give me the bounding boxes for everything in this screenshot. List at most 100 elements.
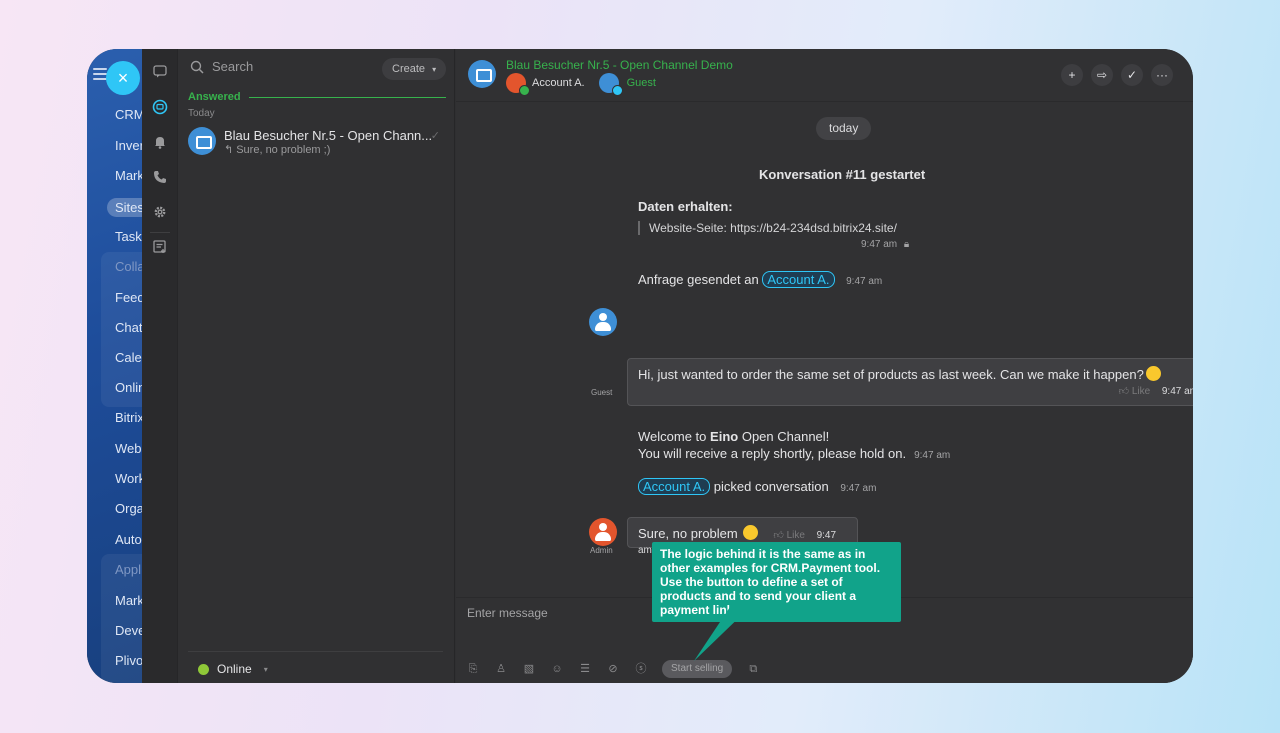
data-received-title: Daten erhalten: <box>638 199 733 214</box>
start-selling-button[interactable]: Start selling <box>662 660 733 678</box>
chat-header-title[interactable]: Blau Besucher Nr.5 - Open Channel Demo <box>506 58 733 72</box>
welcome-suffix: Open Channel! <box>741 429 830 444</box>
composer-toolbar: ⎘ ♙ ▧ ☺ ☰ ⊘ ⓢ Start selling ⧉ <box>466 660 760 678</box>
like-button[interactable]: 👍︎ Like <box>773 530 805 541</box>
menu-item[interactable]: Cale <box>115 350 142 365</box>
welcome-brand: Eino <box>710 429 739 444</box>
like-button[interactable]: 👍︎ Like <box>1119 386 1151 397</box>
search-input[interactable]: Search <box>212 59 253 74</box>
gear-icon[interactable] <box>151 205 169 223</box>
menu-item[interactable]: Feed <box>115 290 142 305</box>
chat-participants: Account A. Guest <box>506 73 656 96</box>
message-time: 9:47 am 🔒︎ <box>861 239 909 250</box>
guest-avatar[interactable] <box>589 308 617 336</box>
admin-avatar[interactable] <box>589 518 617 546</box>
smile-emoji-icon <box>1145 366 1161 381</box>
menu-item[interactable]: Mark <box>115 593 142 608</box>
user-icon[interactable]: ♙ <box>494 662 508 676</box>
phone-icon[interactable] <box>151 170 169 188</box>
attach-icon[interactable]: ⎘ <box>466 662 480 676</box>
menu-item[interactable]: Mark <box>115 168 142 183</box>
menu-item[interactable]: Colla <box>115 259 142 274</box>
chat-history-icon[interactable]: ⧉ <box>746 662 760 676</box>
search-box[interactable]: Search <box>190 59 253 74</box>
menu-item[interactable]: Orga <box>115 501 142 516</box>
main-left-menu: × CRM Inver Mark Sites Task Colla Feed Chat Cale… <box>87 49 142 683</box>
guest-message-bubble: Hi, just wanted to order the same set of… <box>627 358 1193 406</box>
guest-message-text: Hi, just wanted to order the same set of… <box>638 367 1144 382</box>
quick-answer-icon[interactable]: ▧ <box>522 662 536 676</box>
bell-icon[interactable] <box>151 135 169 153</box>
menu-item[interactable]: CRM <box>115 107 142 122</box>
tooltip-pointer <box>694 607 750 661</box>
section-divider <box>248 96 446 98</box>
hamburger-icon[interactable] <box>93 68 107 80</box>
online-status-label: Online <box>217 662 252 676</box>
menu-item[interactable]: Plivo <box>115 653 142 668</box>
chat-avatar <box>468 60 496 88</box>
menu-item[interactable]: Web <box>115 441 142 456</box>
conversation-started-notice: Konversation #11 gestartet <box>759 167 926 182</box>
chat-list-item[interactable]: Blau Besucher Nr.5 - Open Chann... ↰ Sure… <box>186 123 448 161</box>
request-sent-text: Anfrage gesendet an <box>638 272 759 287</box>
day-label: Today <box>188 108 215 119</box>
menu-item[interactable]: Auto <box>115 532 142 547</box>
create-button[interactable]: Create ▾ <box>382 58 447 80</box>
reply-arrow-icon: ↰ <box>224 144 234 156</box>
mention-account[interactable]: Account A. <box>762 271 835 288</box>
form-icon[interactable]: ☰ <box>578 662 592 676</box>
openlines-icon[interactable] <box>151 99 169 117</box>
message-time: 9:47 am <box>840 483 877 494</box>
header-actions: + ⇨ ✓ ··· <box>1061 64 1173 86</box>
account-avatar[interactable] <box>506 73 530 96</box>
request-sent-notice: Anfrage gesendet an Account A. 9:47 am <box>638 271 882 288</box>
menu-item[interactable]: Work <box>115 471 142 486</box>
more-button[interactable]: ··· <box>1151 64 1173 86</box>
read-check-icon: ✓ <box>430 130 440 142</box>
account-name[interactable]: Account A. <box>532 77 585 89</box>
menu-item[interactable]: Sites <box>107 198 142 217</box>
menu-item[interactable]: Bitrix <box>115 410 142 425</box>
chevron-down-icon: ▾ <box>432 65 437 74</box>
menu-item[interactable]: Onlin <box>115 380 142 395</box>
chevron-down-icon: ▾ <box>263 664 268 674</box>
message-time: 9:47 am <box>914 450 951 461</box>
hide-icon[interactable]: ⊘ <box>606 662 620 676</box>
guest-name[interactable]: Guest <box>627 77 656 89</box>
admin-author-name: Admin <box>590 546 613 555</box>
menu-item[interactable]: Task <box>115 229 142 244</box>
messenger-icon-rail <box>142 49 178 683</box>
welcome-message: Welcome to Eino Open Channel! You will r… <box>638 428 950 464</box>
add-user-button[interactable]: + <box>1061 64 1083 86</box>
website-link[interactable]: Website-Seite: https://b24-234dsd.bitrix… <box>649 221 897 235</box>
message-list: today Konversation #11 gestartet Daten e… <box>456 103 1193 597</box>
close-button[interactable]: × <box>106 61 140 95</box>
section-answered: Answered <box>188 91 446 103</box>
transfer-button[interactable]: ⇨ <box>1091 64 1113 86</box>
recent-chat-list: Search Create ▾ Answered Today Blau Besu… <box>178 49 455 683</box>
section-label: Answered <box>188 91 241 103</box>
lock-icon: 🔒︎ <box>903 239 910 250</box>
chat-bubble-icon[interactable] <box>151 65 169 83</box>
website-time: 9:47 am <box>861 239 898 250</box>
welcome-prefix: Welcome to <box>638 429 707 444</box>
chat-preview: ↰ Sure, no problem ;) <box>224 143 330 156</box>
mention-account[interactable]: Account A. <box>638 478 711 495</box>
smile-icon[interactable]: ☺ <box>550 662 564 676</box>
finish-button[interactable]: ✓ <box>1121 64 1143 86</box>
menu-item[interactable]: Chat <box>115 320 142 335</box>
guest-avatar[interactable] <box>598 73 623 96</box>
menu-item[interactable]: Appl <box>115 562 141 577</box>
message-meta: 👍︎ Like 9:47 am <box>1119 382 1193 397</box>
chat-avatar <box>188 127 216 155</box>
tasks-icon[interactable] <box>151 240 169 258</box>
payment-icon[interactable]: ⓢ <box>634 662 648 676</box>
message-input[interactable]: Enter message <box>467 606 548 620</box>
menu-item[interactable]: Deve <box>115 623 142 638</box>
message-time: 9:47 am <box>846 276 883 287</box>
search-icon <box>190 60 204 74</box>
menu-item[interactable]: Inver <box>115 138 142 153</box>
date-separator: today <box>816 117 872 140</box>
online-status[interactable]: Online ▾ <box>188 651 443 676</box>
wink-emoji-icon <box>742 525 758 540</box>
